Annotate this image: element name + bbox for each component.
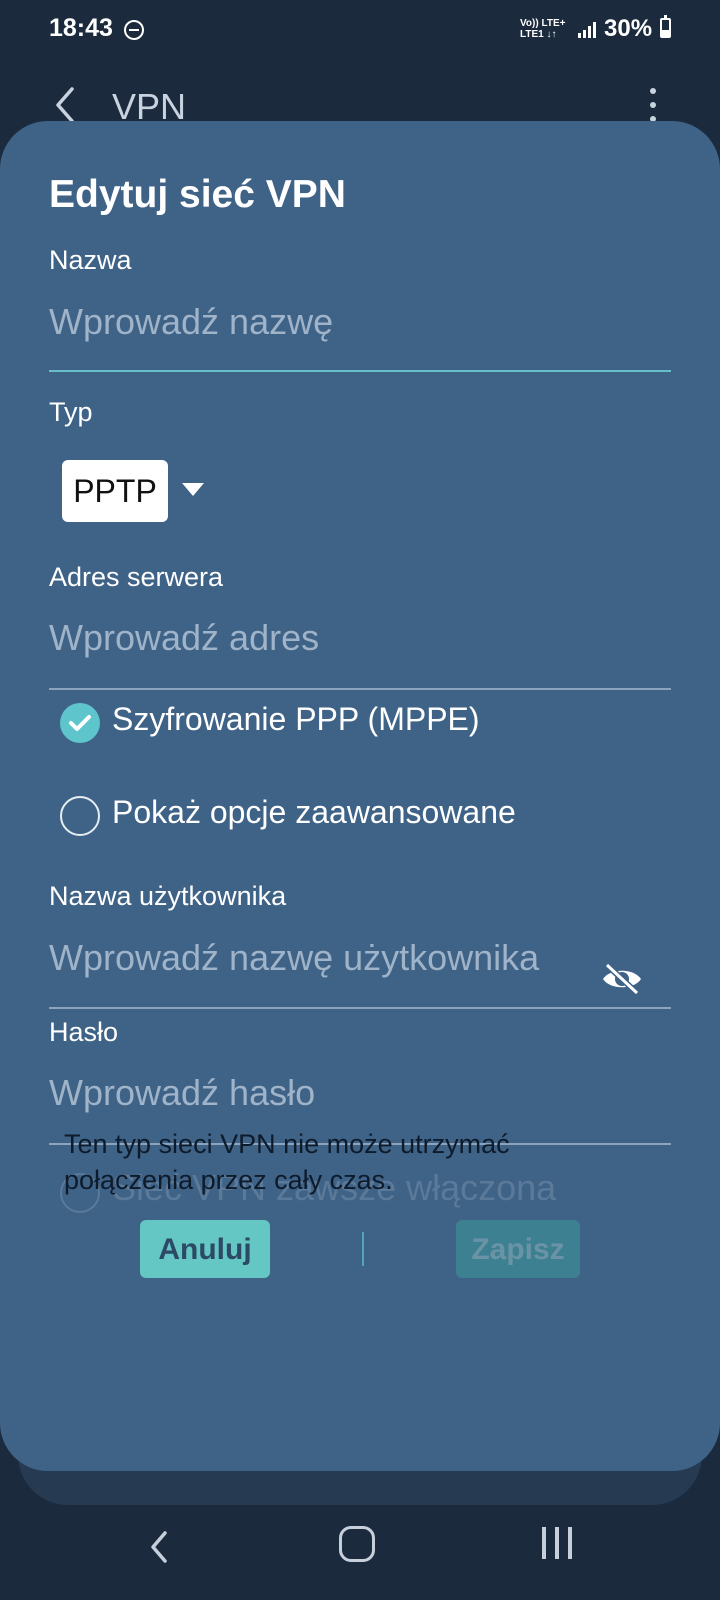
network-top-label: Vo)) LTE+ xyxy=(520,18,566,29)
status-bar: 18:43 Vo)) LTE+ LTE1 ↓↑ 30% xyxy=(0,0,720,60)
network-lte-label: LTE1 ↓↑ xyxy=(520,29,557,40)
dropdown-arrow-icon[interactable] xyxy=(182,483,204,496)
ppp-encryption-label: Szyfrowanie PPP (MPPE) xyxy=(112,701,480,737)
server-address-underline xyxy=(49,688,671,690)
nav-home-icon[interactable] xyxy=(339,1526,375,1562)
type-label: Typ xyxy=(49,397,93,427)
server-address-label: Adres serwera xyxy=(49,562,224,592)
always-on-info-text: Ten typ sieci VPN nie może utrzymać połą… xyxy=(64,1129,510,1195)
back-arrow-icon[interactable] xyxy=(50,85,80,125)
username-input[interactable] xyxy=(49,933,669,983)
status-time: 18:43 xyxy=(49,14,113,42)
do-not-disturb-icon xyxy=(124,20,144,40)
password-label: Hasło xyxy=(49,1017,119,1047)
server-address-input[interactable] xyxy=(49,613,669,663)
network-volte-label: Vo)) LTE+ xyxy=(520,18,565,29)
button-divider xyxy=(362,1232,364,1266)
password-input[interactable] xyxy=(49,1068,569,1118)
checkbox-unchecked-icon[interactable] xyxy=(60,796,100,836)
name-underline xyxy=(49,370,671,372)
nav-recent-apps-icon[interactable] xyxy=(542,1527,574,1561)
save-button[interactable]: Zapisz xyxy=(456,1220,580,1278)
cancel-button[interactable]: Anuluj xyxy=(140,1220,270,1278)
battery-percentage: 30% xyxy=(604,15,653,42)
show-password-eye-off-icon[interactable] xyxy=(600,959,644,999)
type-select[interactable]: PPTP xyxy=(62,460,168,522)
nav-back-icon[interactable] xyxy=(145,1527,175,1567)
name-label: Nazwa xyxy=(49,245,132,275)
username-underline xyxy=(49,1007,671,1009)
navigation-bar xyxy=(0,1505,720,1600)
name-input[interactable] xyxy=(49,297,669,347)
battery-icon xyxy=(660,15,671,38)
checkbox-checked-icon[interactable] xyxy=(60,703,100,743)
edit-vpn-dialog: Edytuj sieć VPN Nazwa Typ PPTP Adres ser… xyxy=(0,121,720,1471)
advanced-options-label: Pokaż opcje zaawansowane xyxy=(112,794,516,830)
username-label: Nazwa użytkownika xyxy=(49,881,287,911)
dialog-title: Edytuj sieć VPN xyxy=(49,173,346,216)
more-options-icon[interactable] xyxy=(650,88,658,122)
signal-icon xyxy=(578,22,596,38)
